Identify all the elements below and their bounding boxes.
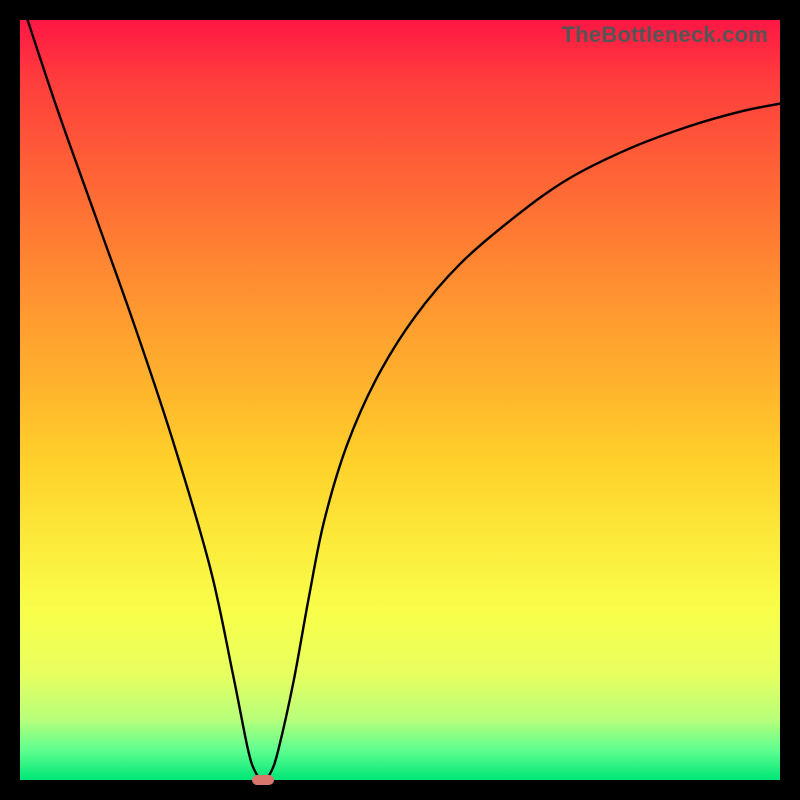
optimum-marker — [252, 775, 274, 785]
chart-frame: TheBottleneck.com — [0, 0, 800, 800]
plot-area: TheBottleneck.com — [20, 20, 780, 780]
curve-svg — [20, 20, 780, 780]
bottleneck-curve — [28, 20, 780, 780]
